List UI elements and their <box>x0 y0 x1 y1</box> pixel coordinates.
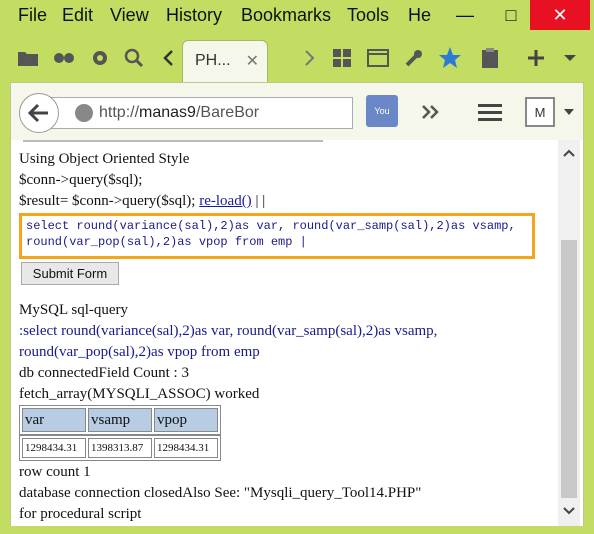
table-header-row: var vsamp vpop <box>22 408 218 432</box>
menu-file[interactable]: File <box>18 5 47 26</box>
scrollbar-thumb[interactable] <box>561 240 577 498</box>
column-header-vpop: vpop <box>154 408 218 432</box>
scroll-tabs-left-icon[interactable] <box>156 46 180 70</box>
connection-closed-message: database connection closedAlso See: "Mys… <box>19 485 422 501</box>
shield-addon-icon[interactable]: M <box>525 97 555 127</box>
result-header-table: var vsamp vpop <box>19 405 221 435</box>
column-header-vsamp: vsamp <box>88 408 152 432</box>
bookmark-star-icon[interactable] <box>438 46 462 70</box>
maximize-button[interactable]: □ <box>488 0 534 30</box>
menu-view[interactable]: View <box>110 5 149 26</box>
url-prefix: http:// <box>99 104 140 121</box>
procedural-note: for procedural script <box>19 506 142 522</box>
scroll-tabs-right-icon[interactable] <box>298 46 322 70</box>
result-text: $result= $conn->query($sql); <box>19 193 200 209</box>
tab-groups-icon[interactable] <box>330 46 354 70</box>
conn-query-line: $conn->query($sql); <box>19 172 143 188</box>
menu-tools[interactable]: Tools <box>347 5 389 26</box>
scroll-up-arrow-icon[interactable] <box>558 146 580 162</box>
row-count: row count 1 <box>19 464 91 480</box>
overflow-chevrons-icon[interactable] <box>415 98 445 126</box>
cell-vsamp: 1398313.87 <box>88 438 152 458</box>
submit-form-button[interactable]: Submit Form <box>21 262 119 285</box>
field-count: db connectedField Count : 3 <box>19 365 189 381</box>
tab-strip <box>0 36 594 82</box>
url-text: http://manas9/BareBor <box>99 104 259 122</box>
menu-bar: File Edit View History Bookmarks Tools H… <box>0 0 594 36</box>
query-echo-line-2: round(var_pop(sal),2)as vpop from emp <box>19 344 260 360</box>
window-icon[interactable] <box>366 46 390 70</box>
clipboard-icon[interactable] <box>478 46 502 70</box>
column-header-var: var <box>22 408 86 432</box>
oop-style-heading: Using Object Oriented Style <box>19 151 190 167</box>
mysql-heading: MySQL sql-query <box>19 302 129 318</box>
result-data-table: 1298434.31 1398313.87 1298434.31 <box>19 435 221 461</box>
url-host: manas9 <box>139 104 196 121</box>
minimize-button[interactable]: — <box>442 0 488 30</box>
new-tab-plus-icon[interactable] <box>524 46 548 70</box>
url-bar[interactable]: http://manas9/BareBor <box>49 97 353 129</box>
tab-active[interactable]: PH... ✕ <box>182 40 268 82</box>
result-tail: | | <box>251 193 266 209</box>
query-echo-line-1: :select round(variance(sal),2)as var, ro… <box>19 323 438 339</box>
page-viewport: Using Object Oriented Style $conn->query… <box>10 140 584 526</box>
tab-title: PH... <box>195 52 231 69</box>
mask-icon[interactable] <box>52 46 76 70</box>
globe-icon <box>75 104 93 122</box>
cell-var: 1298434.31 <box>22 438 86 458</box>
cell-vpop: 1298434.31 <box>154 438 218 458</box>
wrench-icon[interactable] <box>402 46 426 70</box>
result-line: $result= $conn->query($sql); re-load() |… <box>19 193 265 210</box>
gear-icon[interactable] <box>88 46 112 70</box>
menu-edit[interactable]: Edit <box>62 5 93 26</box>
search-icon[interactable] <box>122 46 146 70</box>
menu-bookmarks[interactable]: Bookmarks <box>241 5 331 26</box>
reload-link[interactable]: re-load() <box>199 193 251 209</box>
navigation-bar: http://manas9/BareBor You M <box>10 82 584 140</box>
tab-close-icon[interactable]: ✕ <box>246 51 259 71</box>
youtube-addon-icon[interactable]: You <box>366 95 398 127</box>
table-row: 1298434.31 1398313.87 1298434.31 <box>22 438 218 458</box>
url-path: /BareBor <box>195 104 260 121</box>
hamburger-menu-icon[interactable] <box>475 98 505 126</box>
addon-dropdown-icon[interactable] <box>559 98 579 126</box>
menu-help[interactable]: He <box>408 5 431 26</box>
back-arrow-icon <box>28 103 48 123</box>
tab-list-dropdown-icon[interactable] <box>558 46 582 70</box>
menu-history[interactable]: History <box>166 5 222 26</box>
fetch-status: fetch_array(MYSQLI_ASSOC) worked <box>19 386 260 402</box>
cropped-line <box>19 140 329 148</box>
close-window-button[interactable]: ✕ <box>530 0 590 30</box>
folder-icon[interactable] <box>16 46 40 70</box>
vertical-scrollbar[interactable] <box>558 140 580 526</box>
sql-query-textarea[interactable]: select round(variance(sal),2)as var, rou… <box>19 213 535 259</box>
scroll-down-arrow-icon[interactable] <box>558 504 580 520</box>
back-button[interactable] <box>19 93 59 133</box>
